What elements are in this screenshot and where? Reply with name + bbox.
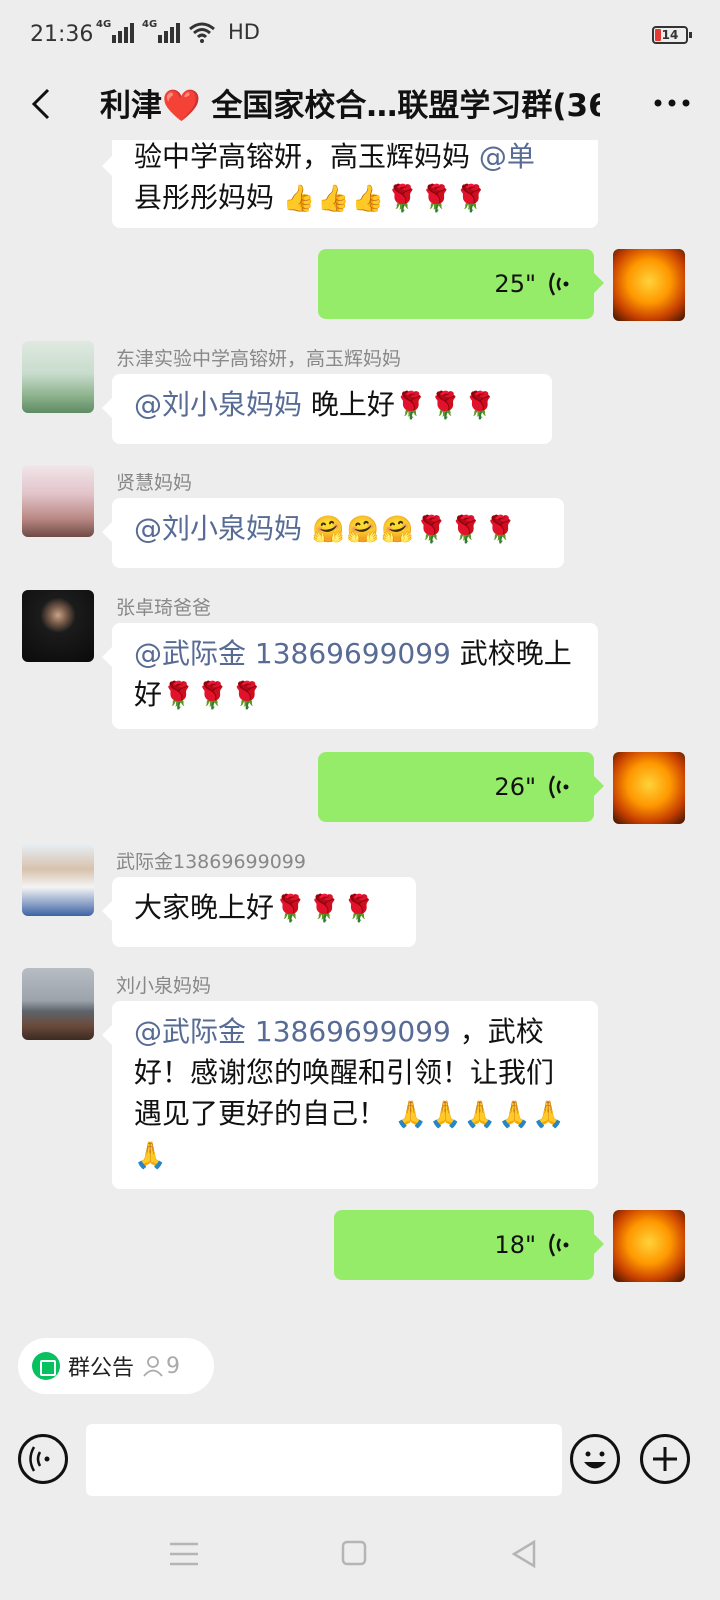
message-bubble[interactable]: @武际金 13869699099 ，武校 好！感谢您的唤醒和引领！让我们 遇见了… [102, 1001, 598, 1189]
sender-name: 张卓琦爸爸 [116, 597, 212, 619]
message-bubble[interactable]: 大家晚上好🌹🌹🌹 [102, 877, 416, 947]
more-options-icon[interactable] [652, 88, 692, 118]
back-arrow-icon[interactable] [22, 84, 62, 124]
emoji-group: 🙏 [134, 1141, 169, 1171]
person-icon [143, 1356, 163, 1377]
voice-wave-icon [549, 775, 569, 799]
sender-name: 武际金13869699099 [116, 851, 306, 873]
avatar[interactable] [22, 844, 94, 916]
voice-wave-icon [549, 1233, 569, 1257]
mention-link[interactable]: @刘小泉妈妈 [134, 512, 302, 545]
message-list[interactable]: 验中学高镕妍，高玉辉妈妈 @单 县彤彤妈妈 👍👍👍🌹🌹🌹 25" 东津实验中学高… [0, 140, 720, 1326]
voice-message-bubble[interactable]: 26" [318, 752, 604, 822]
status-icons: 4G 4G HD [96, 19, 260, 44]
emoji-icon[interactable] [570, 1434, 620, 1484]
chat-title: 利津❤️ 全国家校合…联盟学习群(361) [100, 88, 600, 124]
message-bubble[interactable]: @刘小泉妈妈 晚上好🌹🌹🌹 [102, 374, 552, 444]
voice-duration: 26" [494, 772, 536, 801]
system-navbar [0, 1510, 720, 1600]
status-time: 21:36 [30, 22, 94, 47]
battery-icon: 14 [652, 26, 692, 44]
wifi-icon [189, 22, 215, 43]
my-avatar[interactable] [613, 1210, 685, 1282]
mention-link[interactable]: @武际金 13869699099 [134, 1015, 451, 1048]
avatar[interactable] [22, 590, 94, 662]
voice-duration: 25" [494, 269, 536, 298]
signal-icon: 4G [142, 19, 180, 43]
mention-link[interactable]: @单 [479, 140, 535, 173]
emoji-group: 🙏🙏🙏🙏🙏 [394, 1100, 567, 1130]
plus-icon[interactable] [640, 1434, 690, 1484]
emoji-group: 🤗🤗🤗🌹🌹🌹 [302, 515, 519, 545]
notice-icon [32, 1352, 60, 1380]
mention-link[interactable]: @刘小泉妈妈 [134, 388, 302, 421]
hd-indicator: HD [228, 20, 260, 44]
emoji-group: 🌹🌹🌹 [394, 391, 499, 421]
voice-duration: 18" [494, 1230, 536, 1259]
avatar[interactable] [22, 465, 94, 537]
back-triangle-icon[interactable] [504, 1536, 544, 1572]
my-avatar[interactable] [613, 752, 685, 824]
notice-read-count: 9 [142, 1354, 180, 1379]
notice-label: 群公告 [68, 1356, 135, 1381]
chat-header: 利津❤️ 全国家校合…联盟学习群(361) [0, 72, 720, 140]
signal-icon: 4G [96, 19, 134, 43]
home-icon[interactable] [334, 1536, 374, 1572]
sender-name: 刘小泉妈妈 [116, 975, 212, 997]
status-bar: 21:36 4G 4G HD 14 [0, 0, 720, 72]
voice-message-bubble[interactable]: 18" [334, 1210, 604, 1280]
emoji-group: 👍👍👍🌹🌹🌹 [282, 184, 490, 214]
mention-link[interactable]: @武际金 13869699099 [134, 637, 451, 670]
group-notice-button[interactable]: 群公告 9 [18, 1338, 214, 1394]
voice-mode-icon[interactable] [18, 1434, 68, 1484]
menu-icon[interactable] [164, 1536, 204, 1572]
sender-name: 贤慧妈妈 [116, 472, 193, 494]
my-avatar[interactable] [613, 249, 685, 321]
message-bubble[interactable]: @武际金 13869699099 武校晚上 好🌹🌹🌹 [102, 623, 598, 729]
input-bar [0, 1400, 720, 1510]
voice-message-bubble[interactable]: 25" [318, 249, 604, 319]
avatar[interactable] [22, 341, 94, 413]
message-input[interactable] [86, 1424, 562, 1496]
voice-wave-icon [549, 272, 569, 296]
emoji-group: 🌹🌹🌹 [162, 681, 266, 711]
message-bubble[interactable]: 验中学高镕妍，高玉辉妈妈 @单 县彤彤妈妈 👍👍👍🌹🌹🌹 [102, 140, 598, 228]
sender-name: 东津实验中学高镕妍，高玉辉妈妈 [116, 348, 402, 370]
emoji-group: 🌹🌹🌹 [274, 894, 378, 924]
message-bubble[interactable]: @刘小泉妈妈 🤗🤗🤗🌹🌹🌹 [102, 498, 564, 568]
avatar[interactable] [22, 968, 94, 1040]
